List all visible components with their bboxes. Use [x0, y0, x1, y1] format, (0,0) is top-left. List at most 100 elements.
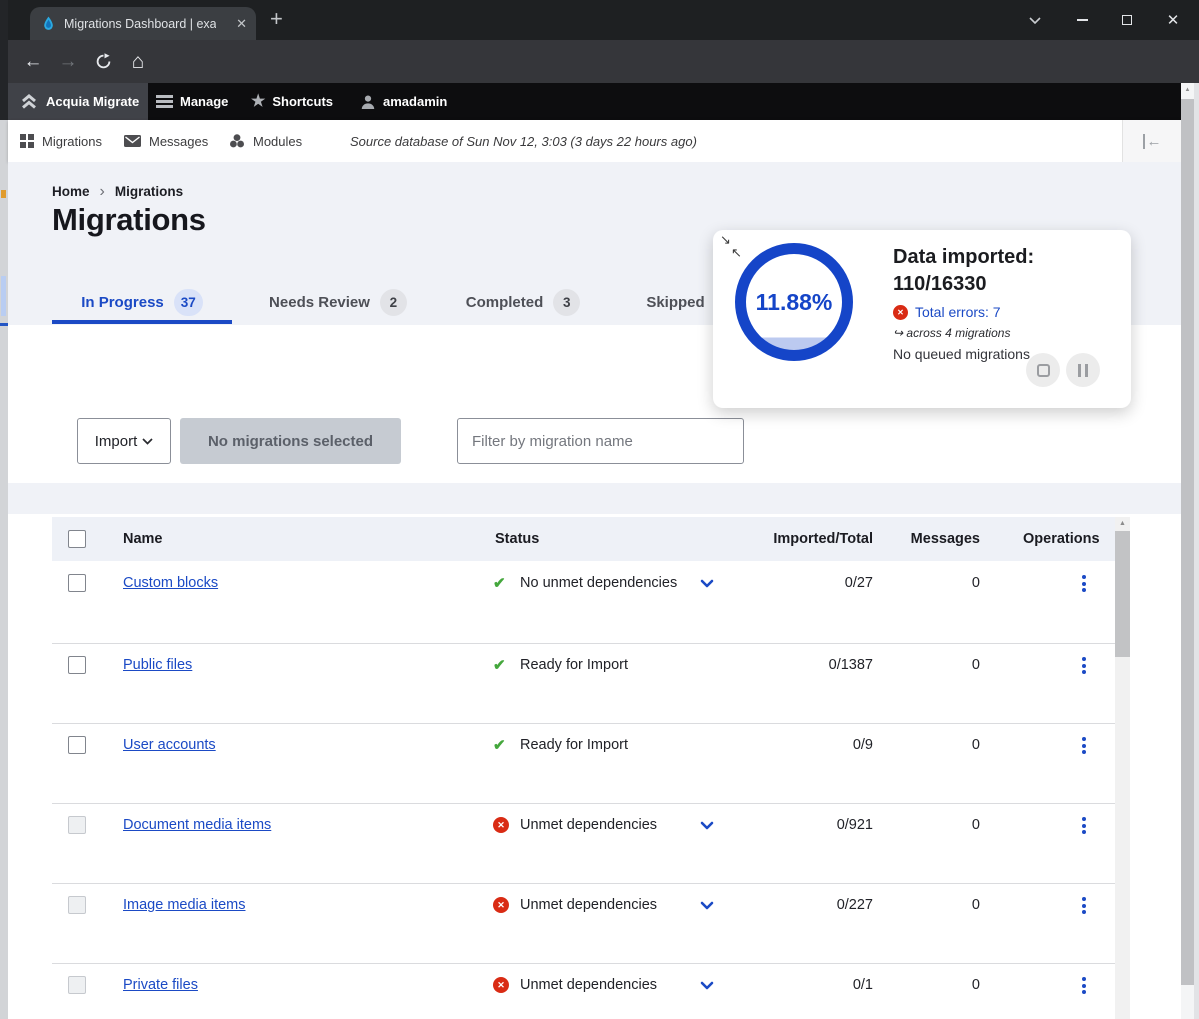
tab-completed[interactable]: Completed 3: [456, 283, 590, 322]
window-maximize-button[interactable]: [1107, 0, 1147, 40]
tab-search-chevron-icon[interactable]: [1015, 0, 1055, 40]
tab-label: Skipped: [646, 294, 704, 311]
imported-total-value: 0/921: [743, 817, 873, 833]
migration-name-link[interactable]: Public files: [123, 657, 192, 673]
toolbar-item-shortcuts[interactable]: ★ Shortcuts: [251, 83, 333, 120]
resize-se-icon[interactable]: ↘: [720, 232, 731, 248]
tab-label: Completed: [466, 294, 544, 311]
migration-name-link[interactable]: Document media items: [123, 817, 271, 833]
filter-input[interactable]: [457, 418, 744, 464]
browser-tab[interactable]: Migrations Dashboard | example ✕: [30, 7, 256, 40]
browser-window: Migrations Dashboard | example ✕ + ✕ ← →…: [8, 0, 1199, 1019]
expand-chevron-icon[interactable]: [700, 821, 714, 830]
breadcrumb-current: Migrations: [115, 184, 183, 199]
across-migrations-note: ↪ across 4 migrations: [893, 326, 1010, 340]
import-dropdown-button[interactable]: Import: [77, 418, 171, 464]
scroll-up-icon[interactable]: ▲: [1115, 520, 1130, 527]
expand-chevron-icon[interactable]: [700, 981, 714, 990]
messages-count: 0: [910, 737, 980, 753]
toolbar-item-migrations[interactable]: Migrations: [20, 120, 102, 162]
pause-button[interactable]: [1066, 353, 1100, 387]
column-header-status: Status: [495, 517, 539, 561]
resize-nw-icon[interactable]: ↖: [731, 245, 742, 261]
progress-ring: 11.88%: [735, 243, 853, 361]
row-checkbox: [68, 816, 86, 834]
source-database-note: Source database of Sun Nov 12, 3:03 (3 d…: [350, 120, 697, 162]
back-button[interactable]: ←: [16, 40, 50, 83]
home-button[interactable]: ⌂: [121, 40, 155, 83]
row-divider: [52, 883, 1115, 884]
tab-count-badge: 3: [553, 289, 580, 316]
total-errors-link[interactable]: ✕ Total errors: 7: [893, 304, 1001, 320]
migration-name-link[interactable]: Custom blocks: [123, 575, 218, 591]
stop-button[interactable]: [1026, 353, 1060, 387]
toolbar-item-modules[interactable]: Modules: [229, 120, 302, 162]
operations-menu-icon[interactable]: [1080, 815, 1088, 836]
window-close-button[interactable]: ✕: [1153, 0, 1193, 40]
page-scrollbar[interactable]: ▲: [1181, 83, 1194, 1019]
migration-name-link[interactable]: Private files: [123, 977, 198, 993]
tab-close-icon[interactable]: ✕: [236, 16, 247, 32]
breadcrumb-separator-icon: ›: [100, 185, 105, 199]
messages-count: 0: [910, 657, 980, 673]
select-all-checkbox[interactable]: [68, 530, 86, 548]
modules-label: Modules: [253, 134, 302, 149]
hamburger-icon: [156, 95, 173, 108]
person-icon: [360, 94, 376, 110]
new-tab-button[interactable]: +: [270, 5, 283, 33]
status-ok-icon: ✔: [493, 574, 506, 592]
imported-total-value: 0/1: [743, 977, 873, 993]
import-label: Import: [95, 433, 138, 450]
row-checkbox[interactable]: [68, 656, 86, 674]
user-label: amadamin: [383, 94, 447, 109]
tab-in-progress[interactable]: In Progress 37: [52, 283, 232, 322]
page-scrollbar-thumb[interactable]: [1181, 99, 1194, 985]
toolbar-item-user[interactable]: amadamin: [360, 83, 447, 120]
imported-total-value: 0/1387: [743, 657, 873, 673]
imported-total-value: 0/27: [743, 575, 873, 591]
toolbar-item-manage[interactable]: Manage: [156, 83, 228, 120]
acquia-migrate-brand[interactable]: Acquia Migrate: [8, 83, 148, 120]
table-row: Public files✔Ready for Import0/13870: [52, 643, 1115, 723]
expand-chevron-icon[interactable]: [700, 901, 714, 910]
toolbar-collapse-button[interactable]: ←: [1122, 120, 1181, 162]
migration-name-link[interactable]: User accounts: [123, 737, 216, 753]
operations-menu-icon[interactable]: [1080, 655, 1088, 676]
messages-count: 0: [910, 977, 980, 993]
status-text: Unmet dependencies: [520, 817, 657, 833]
total-errors-label: Total errors: 7: [915, 304, 1001, 320]
column-header-messages: Messages: [910, 517, 980, 561]
operations-menu-icon[interactable]: [1080, 573, 1088, 594]
import-progress-card: ↘ ↖ 11.88% Data imported: 110/16330 ✕ To…: [713, 230, 1131, 408]
row-checkbox[interactable]: [68, 736, 86, 754]
collapse-left-icon: ←: [1143, 134, 1162, 149]
breadcrumb-home-link[interactable]: Home: [52, 184, 90, 199]
migrations-label: Migrations: [42, 134, 102, 149]
window-minimize-button[interactable]: [1062, 0, 1102, 40]
table-scrollbar[interactable]: ▲: [1115, 517, 1130, 1019]
grid-icon: [20, 134, 34, 148]
operations-menu-icon[interactable]: [1080, 895, 1088, 916]
page-content: Home › Migrations Migrations In Progress…: [8, 162, 1181, 1019]
chevron-down-icon: [142, 438, 153, 445]
row-divider: [52, 643, 1115, 644]
expand-chevron-icon[interactable]: [700, 579, 714, 588]
migration-name-link[interactable]: Image media items: [123, 897, 246, 913]
no-migrations-selected-button: No migrations selected: [180, 418, 401, 464]
row-divider: [52, 803, 1115, 804]
status-text: Unmet dependencies: [520, 977, 657, 993]
forward-button[interactable]: →: [51, 40, 85, 83]
refresh-button[interactable]: [86, 40, 120, 83]
operations-menu-icon[interactable]: [1080, 975, 1088, 996]
status-text: Ready for Import: [520, 657, 628, 673]
scroll-up-icon[interactable]: ▲: [1181, 87, 1194, 93]
status-error-icon: ✕: [493, 817, 509, 833]
tab-needs-review[interactable]: Needs Review 2: [255, 283, 421, 322]
row-checkbox[interactable]: [68, 574, 86, 592]
status-ok-icon: ✔: [493, 736, 506, 754]
operations-menu-icon[interactable]: [1080, 735, 1088, 756]
breadcrumb: Home › Migrations: [52, 184, 183, 199]
table-scrollbar-thumb[interactable]: [1115, 531, 1130, 657]
toolbar-item-messages[interactable]: Messages: [124, 120, 208, 162]
status-text: No unmet dependencies: [520, 575, 677, 591]
